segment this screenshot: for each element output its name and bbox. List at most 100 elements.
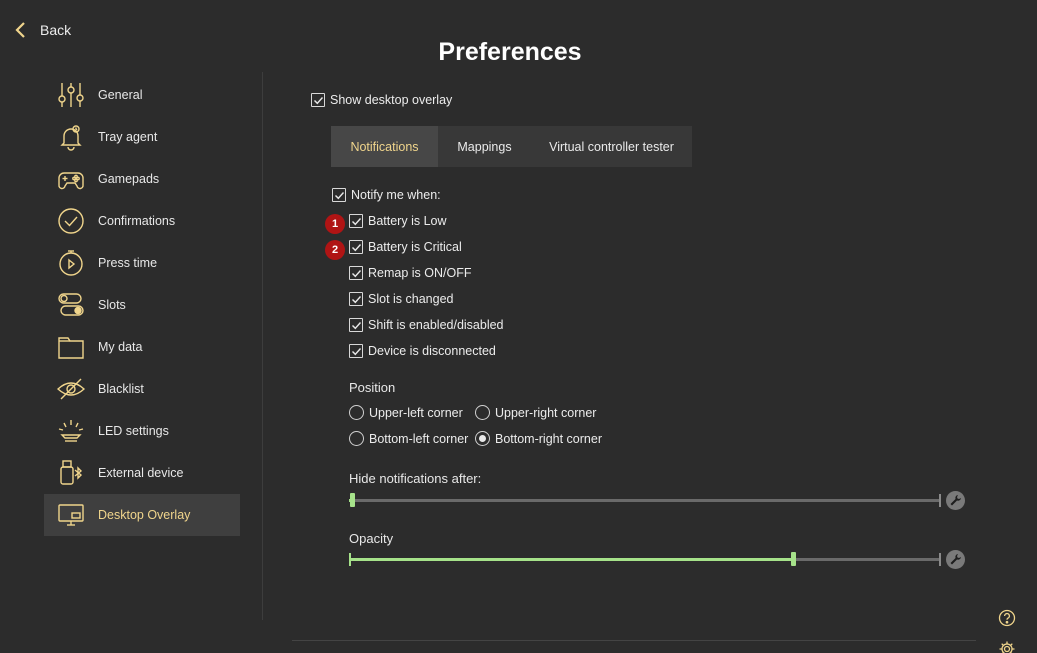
led-icon	[56, 416, 86, 446]
remap-checkbox[interactable]: Remap is ON/OFF	[349, 266, 472, 280]
checkbox-box[interactable]	[349, 240, 363, 254]
shift-enabled-label: Shift is enabled/disabled	[368, 318, 504, 332]
checkmark-icon	[351, 269, 361, 277]
slot-changed-label: Slot is changed	[368, 292, 454, 306]
opacity-slider[interactable]	[349, 552, 941, 566]
checkbox-box[interactable]	[311, 93, 325, 107]
position-label: Position	[349, 380, 396, 395]
device-disconnected-checkbox[interactable]: Device is disconnected	[349, 344, 496, 358]
sidebar-item-press-time[interactable]: Press time	[44, 242, 240, 284]
slider-fill	[349, 558, 793, 561]
folder-icon	[56, 332, 86, 362]
tab-virtual-controller-tester[interactable]: Virtual controller tester	[531, 126, 692, 167]
sidebar-item-confirmations[interactable]: Confirmations	[44, 200, 240, 242]
radio-bottom-left[interactable]: Bottom-left corner	[349, 431, 468, 446]
horizontal-divider	[292, 640, 976, 641]
checkbox-box[interactable]	[349, 344, 363, 358]
step-badge-2: 2	[325, 240, 345, 260]
checkbox-box[interactable]	[349, 292, 363, 306]
show-overlay-checkbox[interactable]: Show desktop overlay	[311, 93, 452, 107]
shift-enabled-checkbox[interactable]: Shift is enabled/disabled	[349, 318, 504, 332]
radio-circle[interactable]	[349, 431, 364, 446]
battery-low-checkbox[interactable]: Battery is Low	[349, 214, 447, 228]
back-label: Back	[40, 22, 72, 38]
sidebar-item-blacklist[interactable]: Blacklist	[44, 368, 240, 410]
eye-slash-icon	[56, 374, 86, 404]
wrench-icon	[950, 495, 961, 506]
help-button[interactable]	[998, 609, 1016, 627]
battery-critical-label: Battery is Critical	[368, 240, 462, 254]
radio-label: Bottom-left corner	[369, 431, 469, 446]
checkbox-box[interactable]	[349, 266, 363, 280]
battery-critical-checkbox[interactable]: Battery is Critical	[349, 240, 462, 254]
slider-end-tick	[939, 553, 941, 566]
vertical-divider	[262, 72, 263, 620]
slider-start-tick	[349, 553, 351, 566]
sidebar-item-label: My data	[98, 340, 143, 354]
slider-thumb[interactable]	[791, 552, 796, 566]
sidebar-item-my-data[interactable]: My data	[44, 326, 240, 368]
checkmark-icon	[351, 321, 361, 329]
step-badge-1: 1	[325, 214, 345, 234]
sliders-icon	[56, 80, 86, 110]
sidebar-item-led-settings[interactable]: LED settings	[44, 410, 240, 452]
tab-mappings[interactable]: Mappings	[438, 126, 531, 167]
hide-after-settings-button[interactable]	[946, 491, 965, 510]
show-overlay-label: Show desktop overlay	[330, 93, 453, 107]
hide-after-slider[interactable]	[349, 493, 941, 507]
checkbox-box[interactable]	[349, 214, 363, 228]
sidebar-item-gamepads[interactable]: Gamepads	[44, 158, 240, 200]
sidebar-item-label: Gamepads	[98, 172, 160, 186]
sidebar-item-label: Desktop Overlay	[98, 508, 191, 522]
slider-end-tick	[939, 494, 941, 507]
radio-label: Upper-left corner	[369, 405, 463, 420]
gamepad-icon	[56, 164, 86, 194]
sidebar-item-slots[interactable]: Slots	[44, 284, 240, 326]
radio-circle[interactable]	[475, 405, 490, 420]
usb-bluetooth-icon	[56, 458, 86, 488]
checkmark-icon	[351, 295, 361, 303]
stopwatch-icon	[56, 248, 86, 278]
checkmark-icon	[351, 347, 361, 355]
radio-circle[interactable]	[475, 431, 490, 446]
sidebar-item-label: Press time	[98, 256, 158, 270]
sidebar-item-label: Tray agent	[98, 130, 158, 144]
radio-label: Bottom-right corner	[495, 431, 602, 446]
tab-notifications[interactable]: Notifications	[331, 126, 438, 167]
sidebar-item-tray-agent[interactable]: Tray agent	[44, 116, 240, 158]
slider-track	[349, 499, 941, 502]
checkbox-box[interactable]	[349, 318, 363, 332]
sidebar: General Tray agent Gamepads Confirmation…	[44, 74, 240, 536]
device-disconnected-label: Device is disconnected	[368, 344, 496, 358]
sidebar-item-label: Slots	[98, 298, 126, 312]
radio-upper-right[interactable]: Upper-right corner	[475, 405, 596, 420]
tab-bar: Notifications Mappings Virtual controlle…	[331, 126, 692, 167]
checkbox-box[interactable]	[332, 188, 346, 202]
sidebar-item-general[interactable]: General	[44, 74, 240, 116]
checkmark-icon	[351, 243, 361, 251]
radio-bottom-right[interactable]: Bottom-right corner	[475, 431, 602, 446]
page-title: Preferences	[438, 38, 582, 66]
help-icon	[998, 609, 1016, 627]
checkmark-icon	[351, 217, 361, 225]
notify-me-checkbox[interactable]: Notify me when:	[332, 188, 441, 202]
notify-me-label: Notify me when:	[351, 188, 441, 202]
slot-changed-checkbox[interactable]: Slot is changed	[349, 292, 453, 306]
radio-circle[interactable]	[349, 405, 364, 420]
chevron-left-icon	[15, 22, 25, 38]
bell-icon	[56, 122, 86, 152]
monitor-icon	[56, 500, 86, 530]
settings-button[interactable]	[998, 640, 1016, 653]
sidebar-item-label: Blacklist	[98, 382, 144, 396]
wrench-icon	[950, 554, 961, 565]
check-circle-icon	[56, 206, 86, 236]
radio-upper-left[interactable]: Upper-left corner	[349, 405, 463, 420]
sidebar-item-desktop-overlay[interactable]: Desktop Overlay	[44, 494, 240, 536]
slider-thumb[interactable]	[350, 493, 355, 507]
sidebar-item-external-device[interactable]: External device	[44, 452, 240, 494]
opacity-settings-button[interactable]	[946, 550, 965, 569]
checkmark-icon	[313, 96, 323, 104]
radio-dot	[479, 435, 486, 442]
remap-label: Remap is ON/OFF	[368, 266, 472, 280]
toggle-icon	[56, 290, 86, 320]
